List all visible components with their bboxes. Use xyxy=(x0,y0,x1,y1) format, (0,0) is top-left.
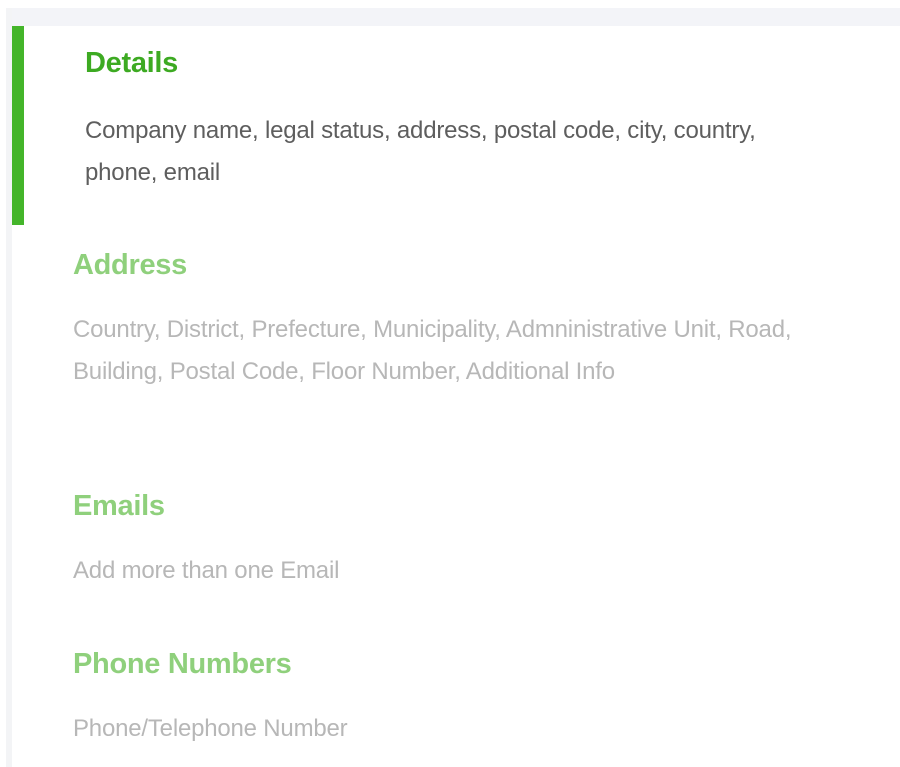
top-strip-background xyxy=(12,8,900,26)
active-step-indicator xyxy=(12,26,24,225)
wizard-steps-screen: Details Company name, legal status, addr… xyxy=(0,0,900,767)
step-details[interactable]: Details Company name, legal status, addr… xyxy=(12,26,872,225)
step-phone-numbers[interactable]: Phone Numbers Phone/Telephone Number xyxy=(12,646,872,750)
step-description-emails: Add more than one Email xyxy=(73,557,340,584)
step-description-details: Company name, legal status, address, pos… xyxy=(85,117,756,186)
step-title-emails: Emails xyxy=(73,490,165,522)
steps-panel: Details Company name, legal status, addr… xyxy=(12,26,900,767)
step-description-phone-numbers: Phone/Telephone Number xyxy=(73,715,348,742)
step-title-details: Details xyxy=(85,47,178,79)
step-title-phone-numbers: Phone Numbers xyxy=(73,648,292,680)
step-emails[interactable]: Emails Add more than one Email xyxy=(12,488,872,592)
left-rail xyxy=(0,0,12,767)
step-description-address: Country, District, Prefecture, Municipal… xyxy=(73,316,792,385)
step-address[interactable]: Address Country, District, Prefecture, M… xyxy=(12,247,872,393)
step-title-address: Address xyxy=(73,249,187,281)
top-strip xyxy=(0,0,900,26)
